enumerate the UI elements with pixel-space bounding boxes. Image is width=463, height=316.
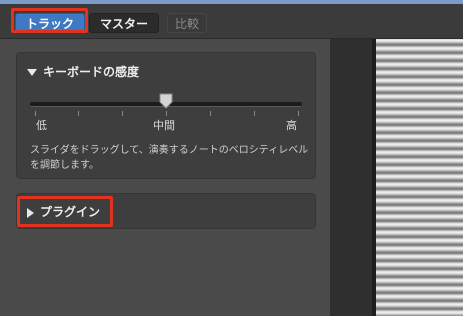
brushed-metal-panel xyxy=(376,39,463,316)
tab-master[interactable]: マスター xyxy=(89,13,159,33)
slider-tick xyxy=(166,111,167,116)
keyboard-sensitivity-title: キーボードの感度 xyxy=(43,65,140,79)
slider-tick xyxy=(298,111,299,116)
tab-track[interactable]: トラック xyxy=(15,13,85,33)
disclosure-right-icon[interactable] xyxy=(27,207,34,218)
slider-description: スライダをドラッグして、演奏するノートのベロシティレベルを調節します。 xyxy=(30,145,309,171)
tab-compare[interactable]: 比較 xyxy=(167,13,207,33)
slider-tick xyxy=(254,111,255,116)
slider-high-label: 高 xyxy=(286,119,297,132)
keyboard-sensitivity-panel: キーボードの感度 低 中間 高 スライダをドラッグして、演奏するノートのベロシテ… xyxy=(16,52,316,179)
disclosure-down-icon[interactable] xyxy=(27,69,37,76)
pane-divider xyxy=(330,39,372,316)
plugin-panel: プラグイン xyxy=(16,193,316,229)
slider-tick xyxy=(35,111,36,116)
plugin-title: プラグイン xyxy=(40,205,101,219)
instrument-preview xyxy=(372,39,463,316)
app-window: トラック マスター 比較 キーボードの感度 低 中間 高 スライダをドラッグして… xyxy=(0,0,463,316)
keyboard-sensitivity-header[interactable]: キーボードの感度 xyxy=(27,65,139,79)
slider-tick xyxy=(78,111,79,116)
slider-mid-label: 中間 xyxy=(153,119,175,132)
slider-thumb[interactable] xyxy=(159,93,173,109)
slider-low-label: 低 xyxy=(36,119,47,132)
slider-tick xyxy=(122,111,123,116)
slider-tick xyxy=(210,111,211,116)
plugin-header[interactable]: プラグイン xyxy=(27,205,100,219)
tab-bar: トラック マスター 比較 xyxy=(0,4,463,39)
